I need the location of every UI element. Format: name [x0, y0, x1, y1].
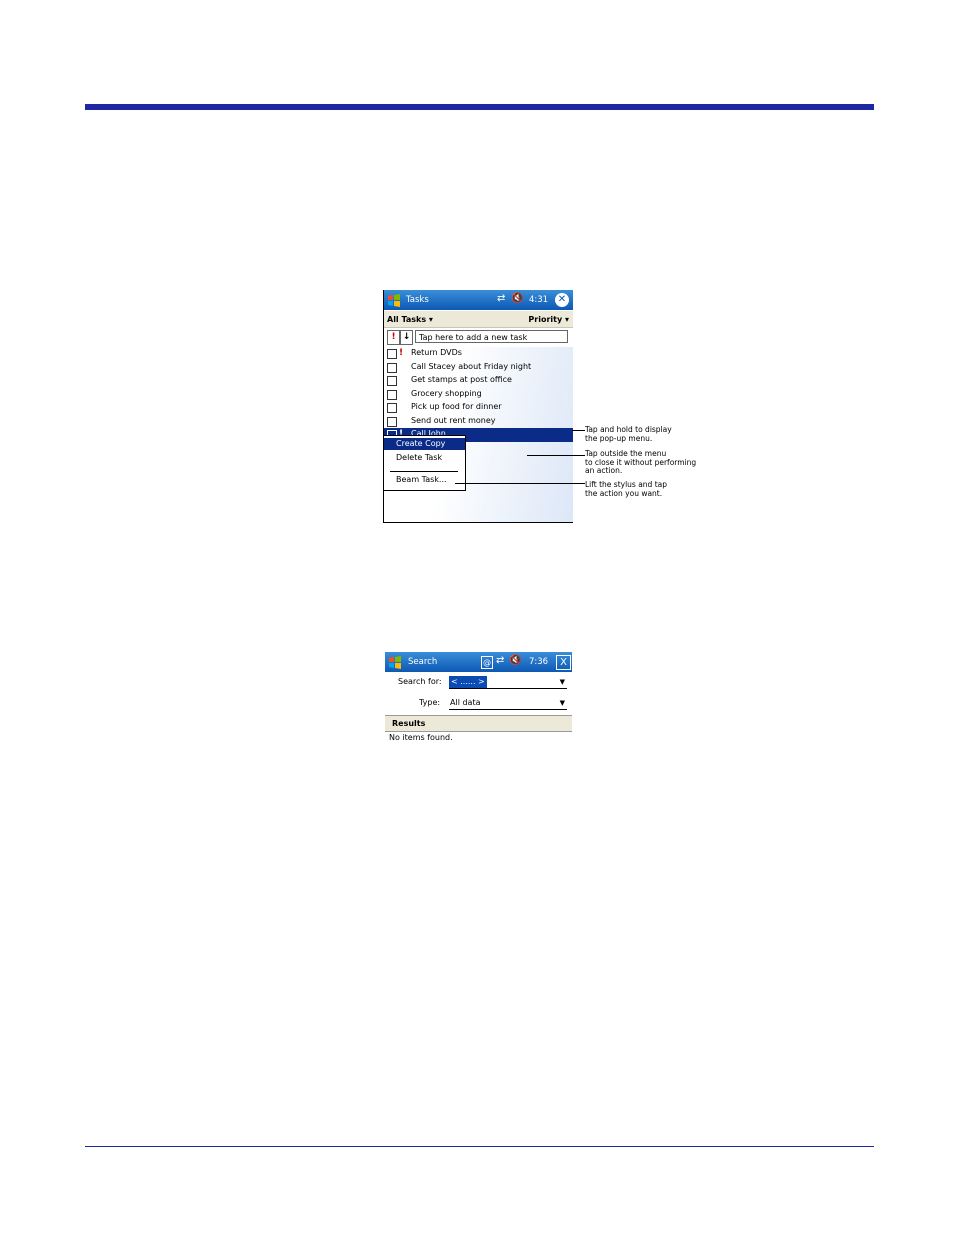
search-for-value: < ...... >	[449, 676, 487, 688]
task-row[interactable]: Get stamps at post office	[384, 374, 573, 388]
task-row[interactable]: ! Return DVDs	[384, 347, 573, 361]
app-title: Search	[408, 657, 438, 667]
task-list-area: ! Return DVDs Call Stacey about Friday n…	[384, 347, 573, 523]
filter-bar: All Tasks ▾ Priority ▾	[384, 311, 573, 328]
category-filter-dropdown[interactable]: All Tasks ▾	[387, 315, 433, 324]
sync-icon[interactable]: ⇄	[496, 655, 504, 666]
footer-rule	[85, 1146, 874, 1147]
task-row[interactable]: Pick up food for dinner	[384, 401, 573, 415]
clock[interactable]: 4:31	[529, 295, 548, 305]
task-checkbox[interactable]	[387, 416, 397, 427]
menu-separator	[390, 471, 458, 472]
windows-start-icon[interactable]	[387, 654, 403, 670]
task-label[interactable]: Send out rent money	[411, 416, 496, 425]
high-priority-icon: !	[399, 348, 404, 358]
clock[interactable]: 7:36	[529, 657, 548, 667]
task-row[interactable]: Send out rent money	[384, 415, 573, 429]
search-for-label: Search for:	[398, 677, 442, 686]
callout-hold: Tap and hold to display the pop-up menu.	[585, 425, 672, 443]
menu-item-create-copy[interactable]: Create Copy	[384, 438, 465, 450]
search-screenshot: Search @ ⇄ 🔇 7:36 X Search for: < ......…	[385, 652, 572, 745]
sort-order-button[interactable]: ↓	[400, 330, 413, 345]
callout-line-hold	[572, 430, 585, 431]
chevron-down-icon[interactable]: ▼	[560, 697, 565, 709]
sync-icon[interactable]: ⇄	[497, 293, 505, 304]
task-row[interactable]: Grocery shopping	[384, 388, 573, 402]
sort-dropdown[interactable]: Priority ▾	[528, 315, 569, 324]
task-list: ! Return DVDs Call Stacey about Friday n…	[384, 347, 573, 442]
task-checkbox[interactable]	[387, 389, 397, 400]
chevron-down-icon[interactable]: ▼	[560, 676, 565, 688]
speaker-muted-icon[interactable]: 🔇	[509, 655, 521, 666]
at-icon[interactable]: @	[481, 656, 493, 669]
tasks-title-bar: Tasks ⇄ 🔇 4:31 ✕	[384, 290, 573, 310]
callout-line-lift	[455, 483, 585, 484]
new-task-input[interactable]: Tap here to add a new task	[415, 330, 568, 343]
close-icon[interactable]: X	[556, 655, 571, 670]
callout-text: an action.	[585, 466, 623, 475]
task-label[interactable]: Call Stacey about Friday night	[411, 362, 531, 371]
type-label: Type:	[419, 698, 441, 707]
task-checkbox[interactable]	[387, 376, 397, 386]
speaker-muted-icon[interactable]: 🔇	[511, 293, 523, 304]
task-row[interactable]: Call Stacey about Friday night	[384, 361, 573, 375]
task-checkbox[interactable]	[387, 362, 397, 373]
task-label[interactable]: Pick up food for dinner	[411, 402, 502, 411]
callout-line-outside	[527, 455, 585, 456]
callout-text: the action you want.	[585, 488, 663, 498]
task-label[interactable]: Return DVDs	[411, 348, 462, 357]
close-icon[interactable]: ✕	[555, 293, 569, 307]
task-label[interactable]: Get stamps at post office	[411, 375, 512, 384]
task-checkbox[interactable]	[387, 403, 397, 413]
tasks-screenshot: Tasks ⇄ 🔇 4:31 ✕ All Tasks ▾ Priority ▾ …	[383, 290, 573, 523]
type-select[interactable]: All data ▼	[449, 697, 567, 710]
task-label[interactable]: Grocery shopping	[411, 389, 482, 398]
header-rule	[85, 104, 874, 110]
search-title-bar: Search @ ⇄ 🔇 7:36 X	[385, 652, 572, 672]
results-empty-text: No items found.	[389, 733, 453, 742]
menu-item-delete-task[interactable]: Delete Task	[384, 452, 465, 464]
results-header: Results	[385, 715, 572, 732]
priority-button[interactable]: !	[387, 330, 400, 345]
app-title: Tasks	[406, 295, 429, 305]
type-value: All data	[450, 698, 481, 707]
callout-outside: Tap outside the menu to close it without…	[585, 449, 696, 476]
entry-bar: ! ↓ Tap here to add a new task	[384, 328, 573, 346]
windows-start-icon[interactable]	[386, 292, 402, 308]
screen-bottom-edge	[384, 522, 573, 523]
context-menu: Create Copy Delete Task Beam Task...	[384, 435, 466, 491]
menu-item-beam-task[interactable]: Beam Task...	[384, 474, 465, 486]
results-label: Results	[392, 719, 426, 728]
callout-lift: Lift the stylus and tap the action you w…	[585, 480, 667, 498]
task-checkbox[interactable]	[387, 349, 397, 359]
search-for-input[interactable]: < ...... > ▼	[449, 676, 567, 689]
callout-text: the pop-up menu.	[585, 433, 653, 443]
